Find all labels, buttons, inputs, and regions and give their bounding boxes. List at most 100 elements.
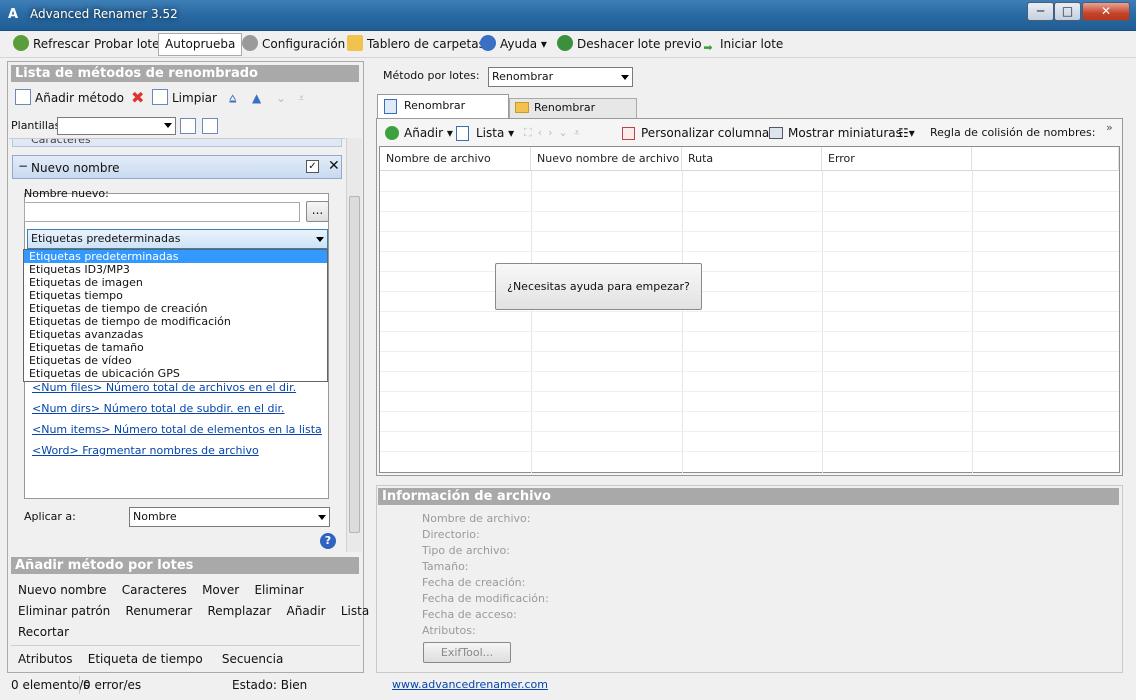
close-icon[interactable]: ✕ — [328, 158, 340, 174]
scrollbar-thumb[interactable] — [349, 196, 360, 533]
thumbnails-label: Mostrar miniaturas — [788, 126, 902, 140]
get-started-help-button[interactable]: ¿Necesitas ayuda para empezar? — [495, 263, 702, 310]
batch-item[interactable]: Renumerar — [126, 604, 193, 618]
batch-mode-combo[interactable]: Renombrar — [488, 67, 633, 87]
tag-link[interactable]: <Num dirs> Número total de subdir. en el… — [32, 402, 285, 415]
app-icon: A — [8, 7, 19, 22]
close-button[interactable]: ✕ — [1082, 2, 1130, 21]
exiftool-button[interactable]: ExifTool... — [423, 642, 511, 663]
test-batch-button[interactable]: Probar lote — [94, 34, 160, 55]
template-save-icon[interactable] — [180, 118, 196, 134]
batch-item[interactable]: Recortar — [18, 625, 69, 639]
maximize-button[interactable]: □ — [1054, 2, 1081, 21]
thumbnails-icon — [769, 127, 783, 139]
refresh-button[interactable]: Refrescar — [13, 34, 90, 55]
column-header[interactable]: Nuevo nombre de archivo — [531, 147, 682, 171]
tag-option[interactable]: Etiquetas tiempo — [24, 289, 327, 302]
batch-mode-value: Renombrar — [492, 70, 554, 83]
batch-item[interactable]: Eliminar — [254, 583, 303, 597]
batch-item[interactable]: Secuencia — [222, 652, 283, 666]
main-toolbar: Refrescar Probar lote Autoprueba Configu… — [0, 31, 1136, 58]
grid-line — [380, 311, 1119, 312]
website-link[interactable]: www.advancedrenamer.com — [392, 676, 548, 694]
tag-link[interactable]: <Num files> Número total de archivos en … — [32, 381, 296, 394]
delete-icon[interactable]: ✖ — [131, 87, 144, 109]
batch-item[interactable]: Etiqueta de tiempo — [88, 652, 203, 666]
move-up-icon[interactable]: ▲ — [252, 87, 261, 109]
batch-item[interactable]: Mover — [202, 583, 239, 597]
custom-columns-button[interactable]: Personalizar columnas — [622, 126, 776, 140]
templates-combo[interactable] — [57, 117, 176, 135]
minimize-button[interactable]: ─ — [1027, 2, 1054, 21]
new-name-input[interactable] — [24, 202, 300, 222]
template-load-icon[interactable] — [202, 118, 218, 134]
method-header[interactable]: − Nuevo nombre ✓ ✕ — [12, 155, 342, 179]
batch-item[interactable]: Atributos — [18, 652, 73, 666]
play-icon: ➡ — [703, 41, 713, 54]
browse-button[interactable]: ... — [306, 201, 329, 222]
move-bottom-icon[interactable]: ⩡ — [298, 87, 305, 109]
tag-option[interactable]: Etiquetas de tamaño — [24, 341, 327, 354]
grid-line — [380, 431, 1119, 432]
batch-item[interactable]: Remplazar — [208, 604, 272, 618]
column-header[interactable]: Nombre de archivo — [380, 147, 531, 171]
view-icon[interactable]: ☷▾ — [898, 126, 915, 140]
autotest-button[interactable]: Autoprueba — [158, 33, 243, 56]
column-header[interactable]: Ruta — [682, 147, 822, 171]
collapse-icon[interactable]: − — [18, 159, 28, 173]
clear-button[interactable]: Limpiar — [152, 87, 217, 109]
help-menu-button[interactable]: Ayuda ▾ — [480, 34, 547, 55]
tag-option[interactable]: Etiquetas de vídeo — [24, 354, 327, 367]
tag-option[interactable]: Etiquetas ID3/MP3 — [24, 263, 327, 276]
tag-option[interactable]: Etiquetas de tiempo de modificación — [24, 315, 327, 328]
tags-dropdown[interactable]: Etiquetas predeterminadas — [27, 229, 328, 249]
list-menu-button[interactable]: Lista ▾ — [456, 126, 514, 141]
move-down-icon[interactable]: ⌄ — [276, 87, 286, 109]
batch-item[interactable]: Eliminar patrón — [18, 604, 110, 618]
tag-option[interactable]: Etiquetas de tiempo de creación — [24, 302, 327, 315]
column-header[interactable]: Error — [822, 147, 972, 171]
prev-method-header[interactable]: Caracteres — [12, 138, 342, 147]
info-field-label: Tamaño: — [422, 560, 469, 573]
methods-scrollbar[interactable] — [346, 138, 362, 552]
apply-to-combo[interactable]: Nombre — [129, 507, 330, 527]
info-field-label: Atributos: — [422, 624, 476, 637]
settings-button[interactable]: Configuración — [242, 34, 345, 55]
add-menu-button[interactable]: Añadir ▾ — [385, 126, 453, 140]
prev-method-title: Caracteres — [31, 138, 91, 146]
batch-item[interactable]: Lista — [341, 604, 369, 618]
folder-board-button[interactable]: Tablero de carpetas — [347, 34, 485, 55]
tag-link[interactable]: <Num items> Número total de elementos en… — [32, 423, 322, 436]
help-circle-icon[interactable]: ? — [320, 533, 336, 549]
method-title: Nuevo nombre — [31, 161, 120, 175]
thumbnails-button[interactable]: Mostrar miniaturas — [769, 126, 902, 140]
tag-option[interactable]: Etiquetas de imagen — [24, 276, 327, 289]
batch-item[interactable]: Nuevo nombre — [18, 583, 107, 597]
undo-batch-button[interactable]: Deshacer lote previo — [557, 34, 702, 55]
tag-option[interactable]: Etiquetas avanzadas — [24, 328, 327, 341]
info-field-label: Fecha de modificación: — [422, 592, 549, 605]
info-field-label: Tipo de archivo: — [422, 544, 510, 557]
checkbox-icon[interactable]: ✓ — [306, 160, 319, 173]
grid-line — [380, 291, 1119, 292]
tag-link[interactable]: <Word> Fragmentar nombres de archivo — [32, 444, 259, 457]
batch-item[interactable]: Caracteres — [122, 583, 187, 597]
start-batch-button[interactable]: ➡ Iniciar lote — [700, 34, 783, 55]
tags-dropdown-list: Etiquetas predeterminadas Etiquetas ID3/… — [23, 249, 328, 382]
batch-item[interactable]: Añadir — [287, 604, 326, 618]
undo-icon — [557, 35, 573, 51]
columns-icon — [622, 127, 635, 140]
tag-option[interactable]: Etiquetas de ubicación GPS — [24, 367, 327, 380]
tab-rename-folders[interactable]: Renombrar carpetas — [509, 98, 637, 132]
grid-line — [822, 171, 823, 473]
add-method-button[interactable]: Añadir método — [15, 87, 124, 109]
file-list-grid[interactable]: Nombre de archivo Nuevo nombre de archiv… — [379, 146, 1120, 473]
title-bar[interactable]: A Advanced Renamer 3.52 ─ □ ✕ — [0, 0, 1136, 31]
move-top-icon[interactable]: ⩠ — [229, 87, 236, 109]
folder-tab-icon — [515, 102, 529, 113]
tag-option[interactable]: Etiquetas predeterminadas — [24, 250, 327, 263]
toolbar-overflow-icon[interactable]: » — [1106, 121, 1113, 134]
add-method-icon — [15, 89, 31, 105]
grid-line — [380, 231, 1119, 232]
tab-rename-files[interactable]: Renombrar archivos — [377, 94, 509, 134]
